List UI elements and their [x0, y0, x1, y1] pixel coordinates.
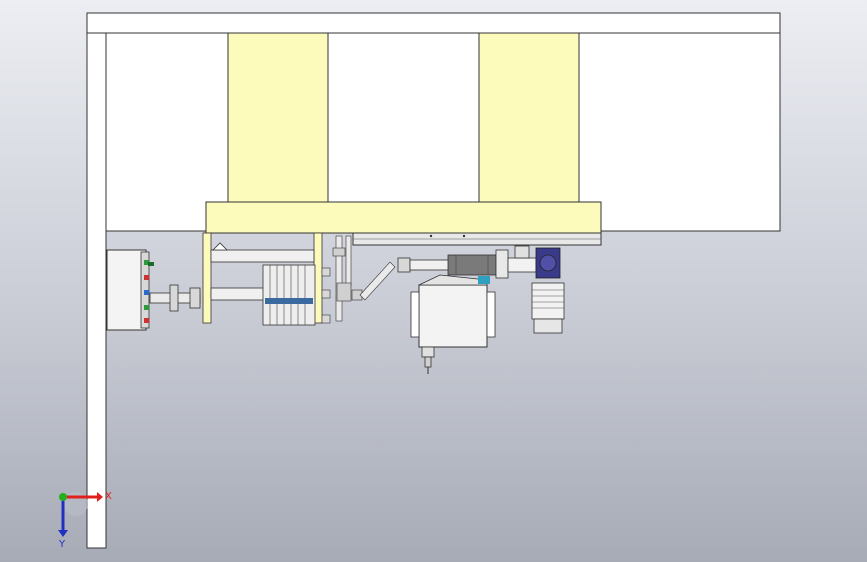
control-box — [106, 249, 147, 331]
cad-viewport[interactable]: X Y — [0, 0, 867, 562]
gear-motor — [531, 247, 565, 334]
hopper-tank — [410, 274, 496, 374]
origin-dot — [59, 493, 67, 501]
highlight-column-left — [227, 32, 329, 204]
left-assembly-frame — [202, 232, 212, 324]
left-column — [86, 32, 107, 549]
highlight-beam — [205, 201, 602, 234]
drive-cylinder — [447, 254, 497, 276]
drawing-canvas: X Y — [58, 12, 781, 550]
x-axis-label: X — [105, 491, 112, 502]
top-beam — [86, 12, 781, 34]
y-axis-label: Y — [58, 539, 66, 550]
upper-body-panel — [105, 32, 781, 232]
plate-stack — [262, 264, 316, 326]
highlight-column-right — [478, 32, 580, 204]
